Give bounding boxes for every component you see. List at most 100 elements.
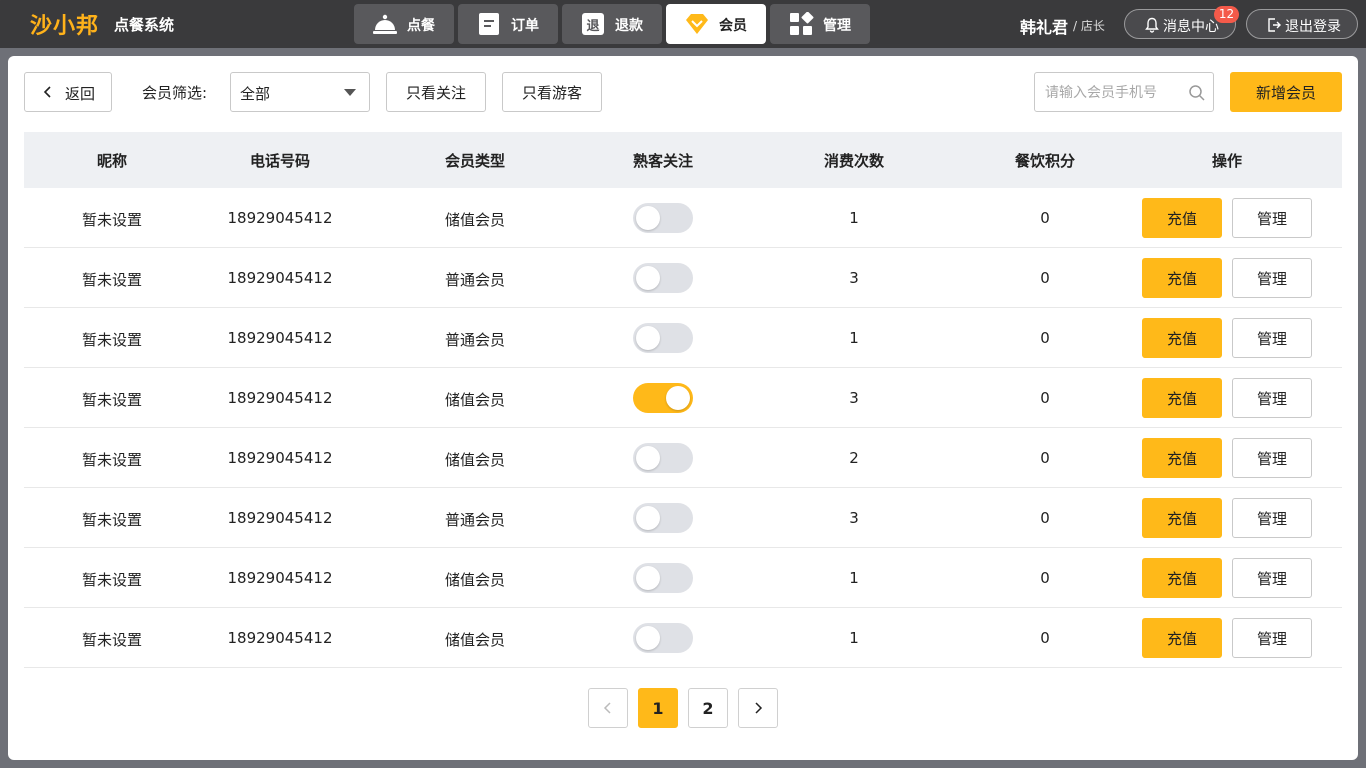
- column-header-nickname: 昵称: [96, 152, 128, 170]
- brand-logo: 沙小邦: [30, 14, 100, 39]
- nav-tab-label: 管理: [823, 18, 851, 34]
- follow-toggle[interactable]: [633, 383, 693, 413]
- nav-tab-refund[interactable]: 退 退款: [562, 4, 662, 44]
- member-type: 普通会员: [444, 331, 506, 349]
- bell-icon: [1145, 17, 1159, 33]
- follow-toggle[interactable]: [633, 263, 693, 293]
- member-phone: 18929045412: [227, 329, 333, 347]
- member-filter-select[interactable]: 全部: [230, 72, 370, 112]
- chevron-left-icon: [603, 702, 611, 714]
- toggle-knob: [636, 206, 660, 230]
- chevron-left-icon: [43, 86, 51, 98]
- member-panel: 返回 会员筛选: 全部 只看关注 只看游客 新增会员 昵称 电话号码 会员类型 …: [8, 56, 1358, 760]
- guest-only-button[interactable]: 只看游客: [502, 72, 602, 112]
- messages-count-badge: 12: [1214, 6, 1239, 23]
- nav-tab-label: 订单: [511, 18, 539, 34]
- clipboard-icon: [479, 13, 499, 35]
- column-header-visits: 消费次数: [823, 152, 885, 170]
- column-header-phone: 电话号码: [249, 152, 311, 170]
- recharge-button[interactable]: 充值: [1142, 558, 1222, 598]
- recharge-button[interactable]: 充值: [1142, 618, 1222, 658]
- member-phone: 18929045412: [227, 269, 333, 287]
- table-row: 暂未设置 18929045412 储值会员 1 0 充值 管理: [24, 608, 1342, 668]
- manage-button[interactable]: 管理: [1232, 258, 1312, 298]
- member-nickname: 暂未设置: [81, 511, 143, 529]
- nav-tab-orders[interactable]: 订单: [458, 4, 558, 44]
- follow-toggle[interactable]: [633, 203, 693, 233]
- member-type: 储值会员: [444, 211, 506, 229]
- member-type: 储值会员: [444, 571, 506, 589]
- member-points: 0: [1040, 269, 1050, 287]
- manage-button[interactable]: 管理: [1232, 558, 1312, 598]
- toggle-knob: [636, 506, 660, 530]
- member-type: 储值会员: [444, 391, 506, 409]
- member-filter-label: 会员筛选:: [142, 84, 208, 102]
- page-button-1[interactable]: 1: [638, 688, 678, 728]
- manage-button[interactable]: 管理: [1232, 198, 1312, 238]
- recharge-button[interactable]: 充值: [1142, 498, 1222, 538]
- cloche-icon: [373, 14, 397, 34]
- follow-toggle[interactable]: [633, 323, 693, 353]
- member-phone: 18929045412: [227, 209, 333, 227]
- nav-tab-manage[interactable]: 管理: [770, 4, 870, 44]
- table-row: 暂未设置 18929045412 储值会员 3 0 充值 管理: [24, 368, 1342, 428]
- phone-search-input[interactable]: [1045, 82, 1185, 104]
- top-bar: 沙小邦 点餐系统 点餐 订单 退 退款 会员 管理 韩礼君 / 店长 消息中心 …: [0, 0, 1366, 66]
- member-points: 0: [1040, 629, 1050, 647]
- member-points: 0: [1040, 509, 1050, 527]
- toggle-knob: [636, 266, 660, 290]
- member-phone: 18929045412: [227, 629, 333, 647]
- manage-button[interactable]: 管理: [1232, 378, 1312, 418]
- member-nickname: 暂未设置: [81, 391, 143, 409]
- toggle-knob: [666, 386, 690, 410]
- logout-label: 退出登录: [1285, 19, 1341, 35]
- member-type: 普通会员: [444, 271, 506, 289]
- nav-tab-order[interactable]: 点餐: [354, 4, 454, 44]
- recharge-button[interactable]: 充值: [1142, 258, 1222, 298]
- next-page-button[interactable]: [738, 688, 778, 728]
- follow-toggle[interactable]: [633, 623, 693, 653]
- back-button[interactable]: 返回: [24, 72, 112, 112]
- manage-button[interactable]: 管理: [1232, 618, 1312, 658]
- diamond-icon: [686, 14, 708, 34]
- member-points: 0: [1040, 329, 1050, 347]
- member-type: 储值会员: [444, 631, 506, 649]
- recharge-button[interactable]: 充值: [1142, 198, 1222, 238]
- member-nickname: 暂未设置: [81, 331, 143, 349]
- recharge-button[interactable]: 充值: [1142, 318, 1222, 358]
- recharge-button[interactable]: 充值: [1142, 378, 1222, 418]
- member-filter-value: 全部: [240, 85, 271, 103]
- member-points: 0: [1040, 389, 1050, 407]
- recharge-button[interactable]: 充值: [1142, 438, 1222, 478]
- member-nickname: 暂未设置: [81, 271, 143, 289]
- prev-page-button[interactable]: [588, 688, 628, 728]
- add-member-button[interactable]: 新增会员: [1230, 72, 1342, 112]
- page-button-2[interactable]: 2: [688, 688, 728, 728]
- nav-tab-label: 会员: [719, 18, 747, 34]
- logout-icon: [1268, 18, 1281, 32]
- follow-toggle[interactable]: [633, 443, 693, 473]
- brand-system-name: 点餐系统: [114, 16, 175, 34]
- back-label: 返回: [65, 85, 96, 103]
- member-visit-count: 1: [849, 629, 859, 647]
- nav-tab-member[interactable]: 会员: [666, 4, 766, 44]
- manage-button[interactable]: 管理: [1232, 318, 1312, 358]
- search-icon[interactable]: [1188, 84, 1206, 102]
- toggle-knob: [636, 326, 660, 350]
- member-nickname: 暂未设置: [81, 631, 143, 649]
- manage-button[interactable]: 管理: [1232, 498, 1312, 538]
- follow-toggle[interactable]: [633, 503, 693, 533]
- member-visit-count: 1: [849, 569, 859, 587]
- member-phone: 18929045412: [227, 389, 333, 407]
- member-points: 0: [1040, 209, 1050, 227]
- logout-button[interactable]: 退出登录: [1246, 9, 1358, 39]
- member-phone: 18929045412: [227, 449, 333, 467]
- column-header-member-type: 会员类型: [444, 152, 506, 170]
- follow-toggle[interactable]: [633, 563, 693, 593]
- manage-button[interactable]: 管理: [1232, 438, 1312, 478]
- follow-only-button[interactable]: 只看关注: [386, 72, 486, 112]
- toggle-knob: [636, 446, 660, 470]
- table-header: 昵称 电话号码 会员类型 熟客关注 消费次数 餐饮积分 操作: [24, 132, 1342, 188]
- member-visit-count: 2: [849, 449, 859, 467]
- member-nickname: 暂未设置: [81, 571, 143, 589]
